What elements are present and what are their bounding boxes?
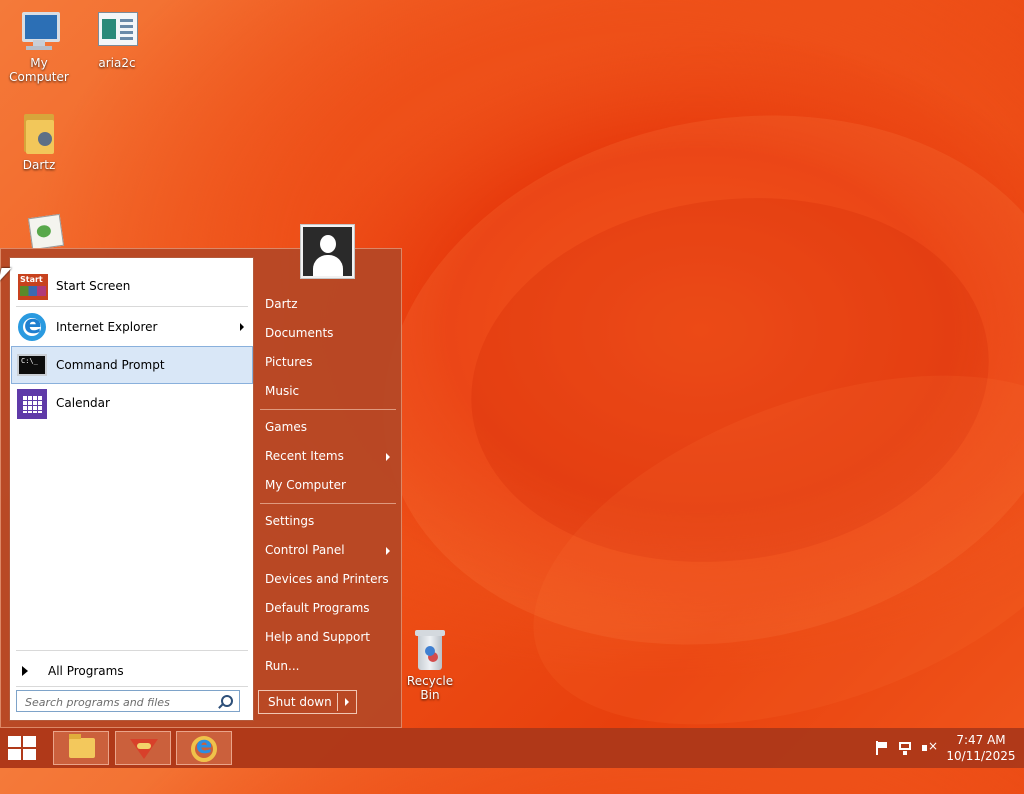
- flag-icon[interactable]: [874, 741, 888, 755]
- all-programs-label: All Programs: [48, 664, 124, 678]
- program-label: Command Prompt: [56, 358, 165, 372]
- start-menu-programs-pane: Start Start Screen Internet Explorer Com…: [9, 257, 254, 721]
- network-icon[interactable]: [898, 741, 912, 755]
- taskbar-internet-explorer[interactable]: [176, 731, 232, 765]
- program-command-prompt[interactable]: Command Prompt: [11, 346, 253, 384]
- start-link-default-programs[interactable]: Default Programs: [265, 601, 370, 615]
- desktop-icon-label: Dartz: [22, 158, 56, 172]
- desktop-icon-my-computer[interactable]: My Computer: [0, 8, 78, 84]
- application-icon: [94, 8, 140, 54]
- start-link-music[interactable]: Music: [265, 384, 299, 398]
- shutdown-options-arrow-icon[interactable]: [345, 698, 349, 706]
- desktop-icon-dartz[interactable]: Dartz: [0, 110, 78, 172]
- start-link-help-and-support[interactable]: Help and Support: [265, 630, 370, 644]
- user-avatar[interactable]: [300, 224, 355, 279]
- program-calendar[interactable]: Calendar: [12, 385, 252, 421]
- desktop-icon-aria2c[interactable]: aria2c: [78, 8, 156, 70]
- computer-icon: [16, 8, 62, 54]
- taskbar-app[interactable]: [115, 731, 171, 765]
- search-icon[interactable]: [221, 695, 233, 707]
- submenu-arrow-icon: [386, 547, 390, 555]
- shutdown-label: Shut down: [268, 695, 332, 709]
- divider: [16, 650, 248, 651]
- divider: [260, 503, 396, 504]
- user-folder-icon: [16, 110, 62, 156]
- desktop-icon-label: aria2c: [98, 56, 136, 70]
- fox-icon: [130, 737, 158, 761]
- desktop-icon-label: Recycle Bin: [406, 674, 454, 702]
- internet-explorer-icon: [191, 731, 217, 762]
- start-link-my-computer[interactable]: My Computer: [265, 478, 346, 492]
- submenu-arrow-icon: [240, 323, 244, 331]
- desktop-icon-label: My Computer: [9, 56, 69, 84]
- start-link-recent-items[interactable]: Recent Items: [265, 449, 344, 463]
- program-label: Calendar: [56, 396, 110, 410]
- search-box: [16, 690, 240, 712]
- calendar-icon: [16, 387, 48, 419]
- clock-date: 10/11/2025: [946, 749, 1016, 763]
- search-input[interactable]: [23, 692, 217, 712]
- desktop-icon-recycle-bin[interactable]: Recycle Bin: [398, 630, 462, 702]
- divider: [16, 686, 248, 687]
- divider: [337, 693, 338, 711]
- program-label: Start Screen: [56, 279, 131, 293]
- all-programs-button[interactable]: All Programs: [18, 660, 248, 682]
- program-label: Internet Explorer: [56, 320, 158, 334]
- folder-icon: [69, 734, 95, 758]
- start-link-pictures[interactable]: Pictures: [265, 355, 313, 369]
- taskbar: 7:47 AM 10/11/2025: [0, 728, 1024, 768]
- command-prompt-icon: [16, 349, 48, 381]
- start-link-games[interactable]: Games: [265, 420, 307, 434]
- program-internet-explorer[interactable]: Internet Explorer: [12, 309, 252, 345]
- divider: [16, 306, 248, 307]
- internet-explorer-icon: [16, 310, 48, 343]
- start-link-run[interactable]: Run...: [265, 659, 299, 673]
- start-screen-icon: Start: [16, 270, 48, 302]
- taskbar-file-explorer[interactable]: [53, 731, 109, 765]
- divider: [260, 409, 396, 410]
- start-link-settings[interactable]: Settings: [265, 514, 314, 528]
- submenu-arrow-icon: [386, 453, 390, 461]
- user-avatar-icon: [303, 227, 352, 276]
- start-link-control-panel[interactable]: Control Panel: [265, 543, 345, 557]
- start-link-documents[interactable]: Documents: [265, 326, 333, 340]
- recycle-bin-icon: [415, 630, 445, 670]
- shutdown-button[interactable]: Shut down: [258, 690, 357, 714]
- program-start-screen[interactable]: Start Start Screen: [12, 268, 252, 304]
- start-link-devices-and-printers[interactable]: Devices and Printers: [265, 572, 389, 586]
- start-link-dartz[interactable]: Dartz: [265, 297, 298, 311]
- expand-arrow-icon: [22, 666, 28, 676]
- taskbar-clock[interactable]: 7:47 AM 10/11/2025: [944, 732, 1018, 764]
- clock-time: 7:47 AM: [956, 733, 1006, 747]
- start-button[interactable]: [8, 736, 38, 760]
- volume-muted-icon[interactable]: [922, 739, 938, 755]
